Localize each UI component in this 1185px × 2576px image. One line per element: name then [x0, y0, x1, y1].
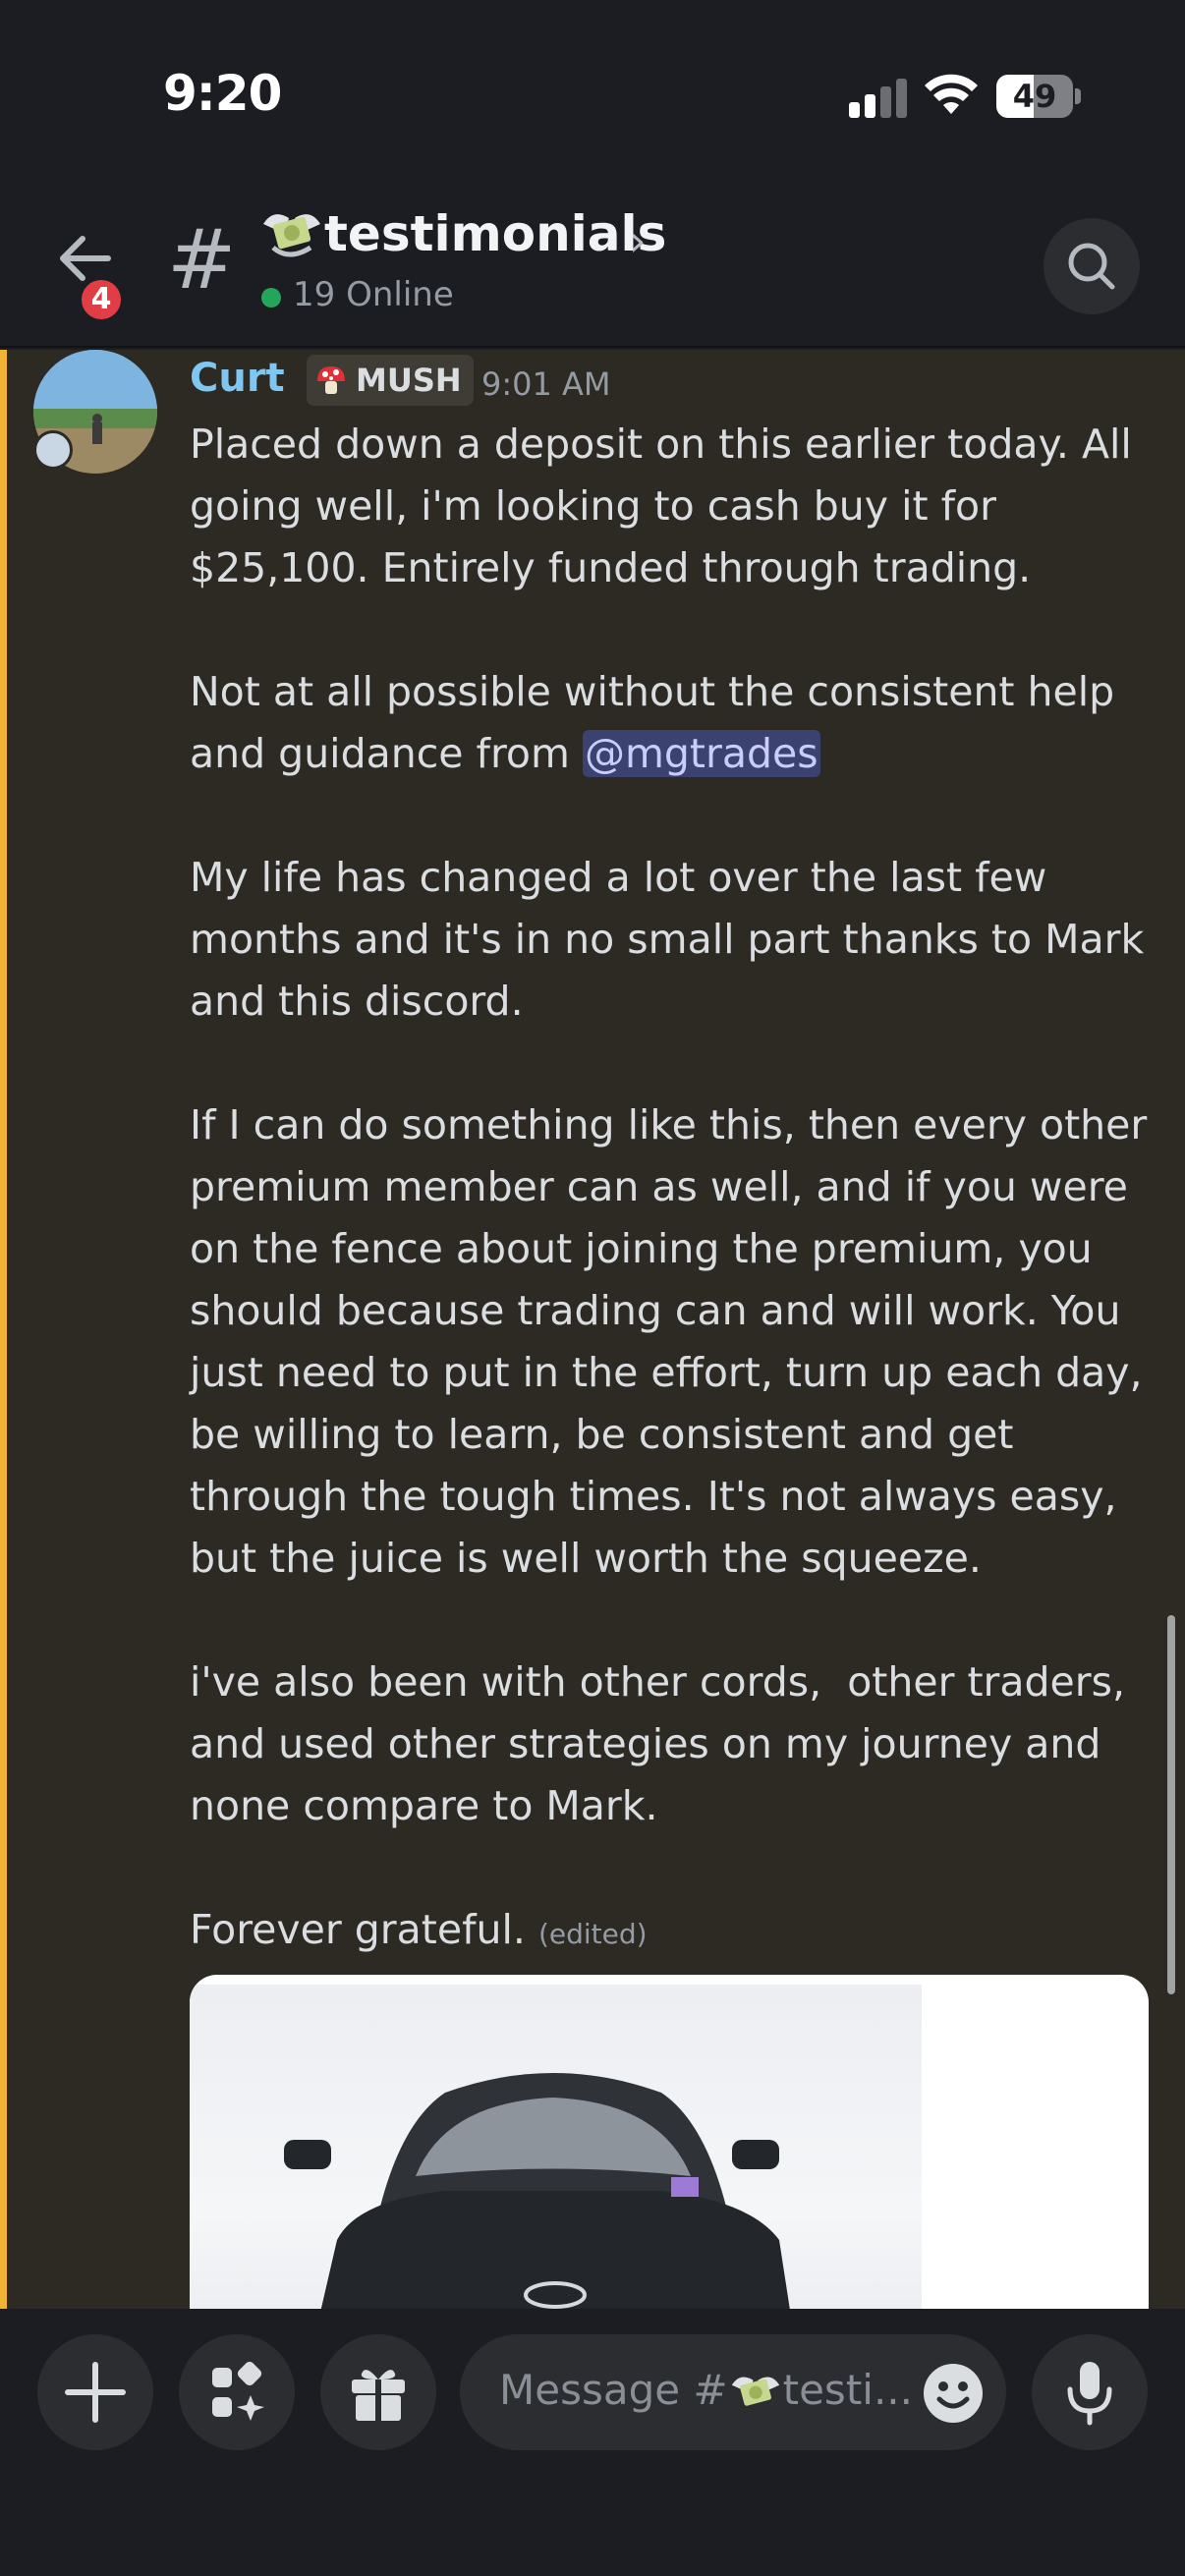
- user-mention[interactable]: @mgtrades: [582, 730, 820, 777]
- plus-icon: [65, 2362, 126, 2423]
- microphone-icon: [1067, 2362, 1112, 2426]
- car-photo: [190, 1985, 922, 2309]
- cellular-signal-icon: [849, 79, 908, 118]
- role-tag[interactable]: MUSH: [307, 355, 474, 406]
- apps-button[interactable]: [179, 2334, 295, 2450]
- money-wings-icon: [731, 2376, 779, 2406]
- gift-button[interactable]: [320, 2334, 436, 2450]
- message-placeholder: Message # testi...: [499, 2366, 913, 2418]
- message-content[interactable]: Placed down a deposit on this earlier to…: [190, 414, 1153, 1965]
- scrollbar[interactable]: [1167, 1615, 1175, 1994]
- message-paragraph: My life has changed a lot over the last …: [190, 854, 1157, 1025]
- unread-badge: 4: [77, 275, 126, 324]
- message-paragraph: Forever grateful. (edited): [190, 1899, 1153, 1965]
- gift-icon: [352, 2370, 405, 2421]
- message-author[interactable]: Curt: [190, 356, 285, 401]
- message-paragraph: If I can do something like this, then ev…: [190, 1101, 1160, 1582]
- avatar-decoration-icon: [33, 430, 73, 470]
- wifi-icon: [925, 74, 978, 114]
- voice-message-button[interactable]: [1032, 2334, 1148, 2450]
- message-timestamp: 9:01 AM: [481, 365, 611, 403]
- final-line: Forever grateful.: [190, 1906, 526, 1953]
- role-label: MUSH: [356, 362, 462, 399]
- message-list[interactable]: Curt MUSH 9:01 AM Placed down a deposit …: [0, 350, 1185, 2309]
- mushroom-icon: [317, 366, 345, 394]
- image-attachment[interactable]: [190, 1975, 1149, 2309]
- money-wings-icon: [263, 214, 320, 257]
- message-paragraph: Not at all possible without the consiste…: [190, 661, 1153, 785]
- edited-tag: (edited): [537, 1918, 648, 1950]
- message-paragraph: i've also been with other cords, other t…: [190, 1658, 1139, 1829]
- channel-header: 4 # testimonials › 19 Online: [0, 187, 1185, 348]
- mention-highlight-bar: [0, 350, 7, 2309]
- add-button[interactable]: [37, 2334, 153, 2450]
- chevron-right-icon[interactable]: ›: [629, 216, 647, 266]
- message-paragraph: Placed down a deposit on this earlier to…: [190, 420, 1145, 591]
- channel-name[interactable]: testimonials: [324, 204, 666, 263]
- apps-icon: [212, 2361, 264, 2421]
- battery-icon: 49: [996, 75, 1081, 118]
- search-icon: [1068, 243, 1115, 290]
- battery-level: 49: [1012, 78, 1057, 115]
- online-status-dot: [261, 288, 281, 308]
- online-count: 19 Online: [293, 275, 454, 314]
- status-time: 9:20: [163, 65, 282, 122]
- emoji-picker-icon[interactable]: [920, 2360, 987, 2427]
- status-bar: 9:20 49: [0, 0, 1185, 187]
- search-button[interactable]: [1044, 218, 1140, 314]
- channel-hash-icon: #: [167, 211, 237, 308]
- composer-bar: Message # testi...: [0, 2309, 1185, 2576]
- message-input[interactable]: Message # testi...: [460, 2334, 1006, 2450]
